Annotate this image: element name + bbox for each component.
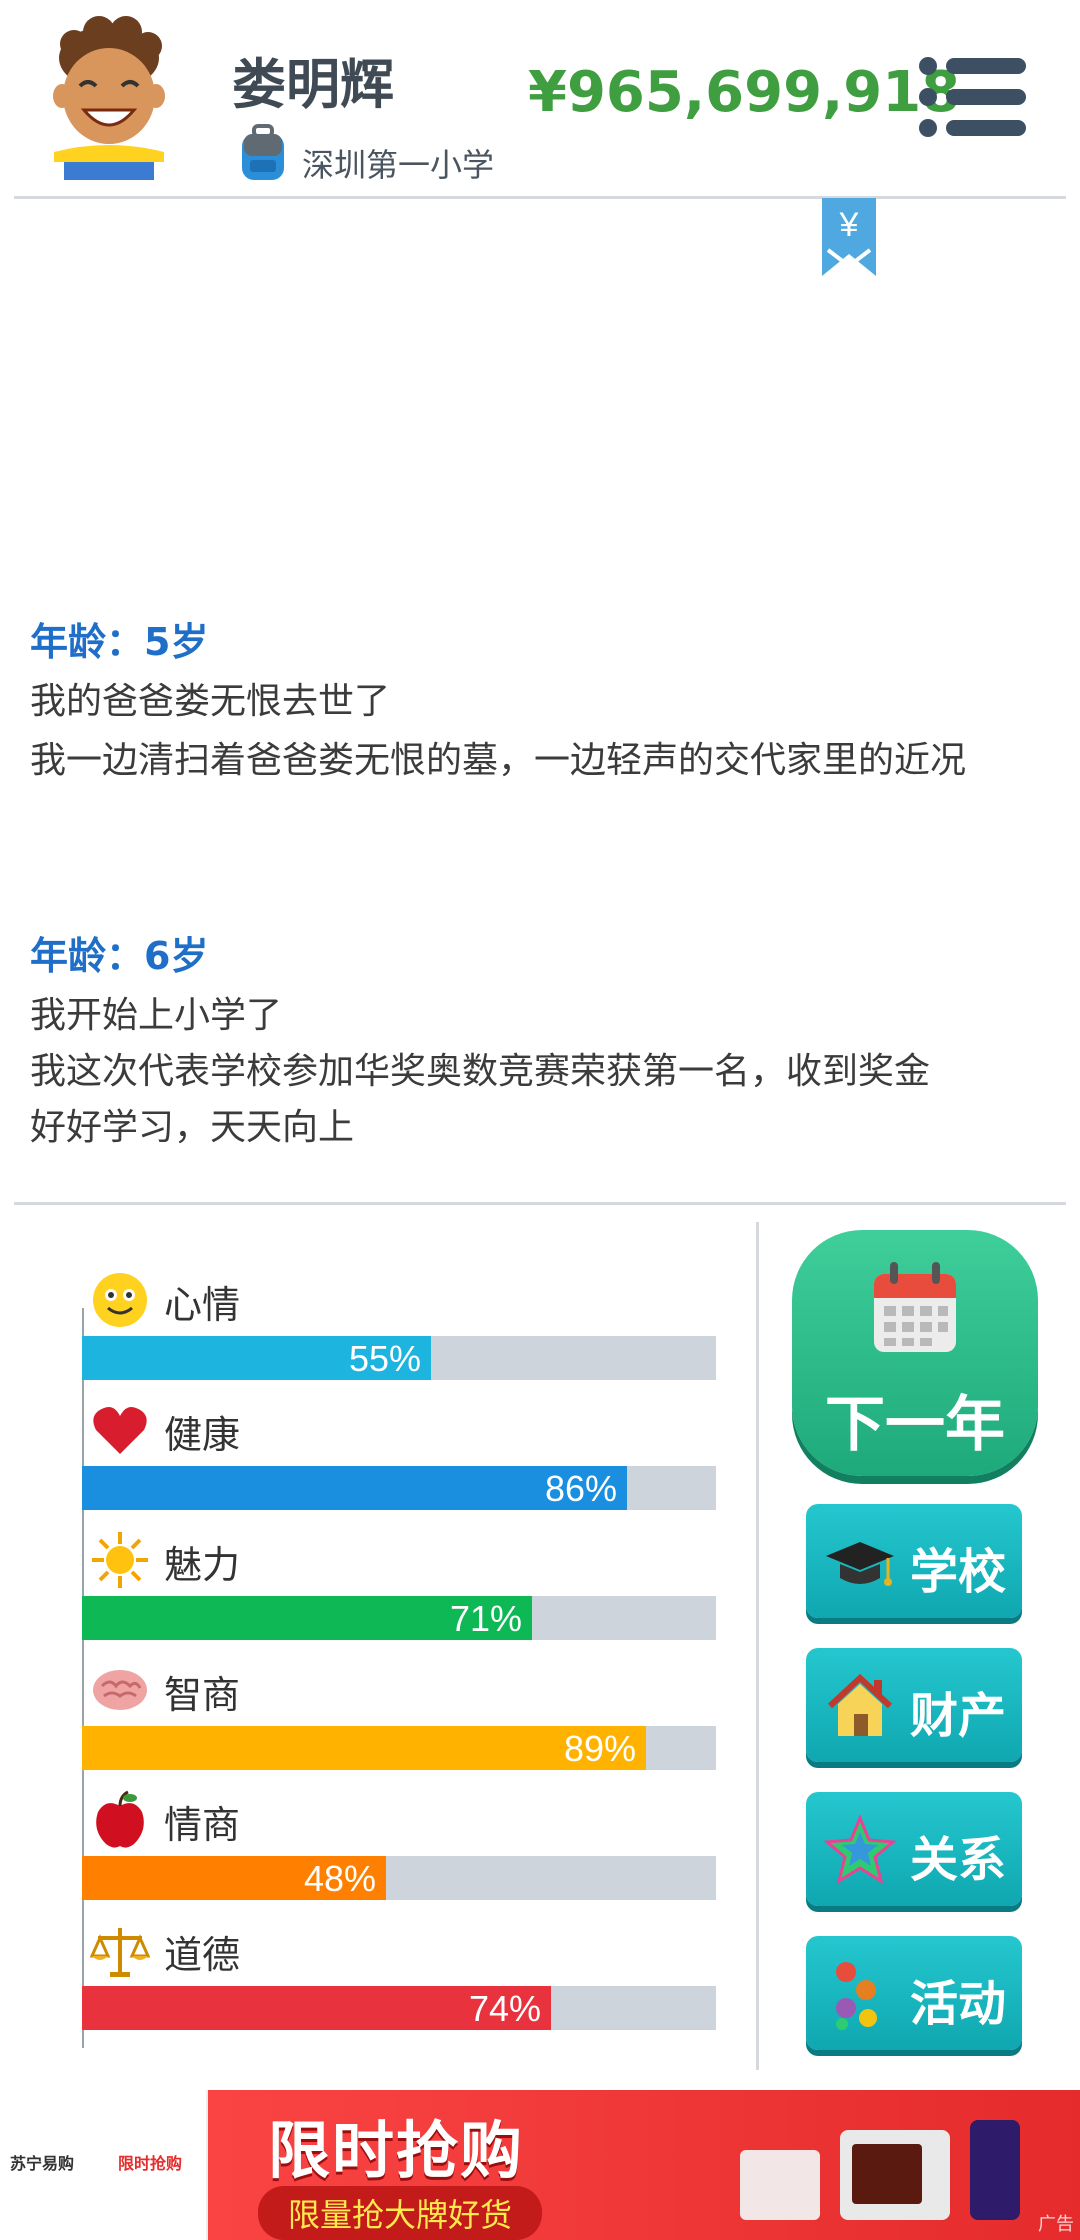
stat-label: 健康 [164,1413,241,1457]
stat-bar-track: 74% [82,1986,716,2030]
activities-button-label: 活动 [910,1976,1007,2032]
star-icon [824,1814,896,1885]
backpack-icon [242,124,284,180]
log-entry: 年龄：6岁 我开始上小学了 我这次代表学校参加华奖奥数竞赛荣获第一名，收到奖金 … [30,928,1050,1152]
log-age: 年龄：5岁 [30,620,209,664]
stat-label: 道德 [164,1933,241,1977]
school-button-label: 学校 [910,1544,1007,1600]
stat-percent: 86% [545,1468,618,1509]
log-line: 我开始上小学了 [30,995,283,1036]
panel-divider [756,1222,759,2070]
yen-icon: ¥ [839,206,859,244]
scales-icon [90,1928,150,1977]
stat-bar-track: 55% [82,1336,716,1380]
next-year-label: 下一年 [825,1390,1005,1460]
house-icon [827,1673,893,1736]
avatar[interactable] [44,14,174,180]
log-line: 我这次代表学校参加华奖奥数竞赛荣获第一名，收到奖金 [30,1051,931,1092]
apple-icon [96,1790,144,1848]
log-entry: 年龄：5岁 我的爸爸娄无恨去世了 我一边清扫着爸爸娄无恨的墓，一边轻声的交代家里… [30,614,1050,782]
stat-label: 智商 [164,1673,241,1717]
ad-brand-panel: 苏宁易购 限时抢购 [0,2090,208,2240]
header: 娄明辉 深圳第一小学 ¥965,699,918 [0,0,1080,198]
graduation-cap-icon [826,1542,894,1586]
calendar-icon [874,1262,956,1352]
ad-products-image [740,2120,1020,2220]
log-line: 我的爸爸娄无恨去世了 [30,681,391,722]
player-name: 娄明辉 [232,53,394,116]
activities-button[interactable]: 活动 [806,1936,1022,2050]
log-line: 我一边清扫着爸爸娄无恨的墓，一边轻声的交代家里的近况 [30,740,967,781]
ad-title: 限时抢购 [268,2114,525,2187]
stat-percent: 48% [304,1858,377,1899]
stat-bar-track: 48% [82,1856,716,1900]
ad-banner[interactable]: 苏宁易购 限时抢购 限时抢购 限量抢大牌好货 广告 [0,2090,1080,2240]
school-name: 深圳第一小学 [302,146,495,184]
heart-icon [93,1407,147,1454]
relations-button[interactable]: 关系 [806,1792,1022,1906]
stat-percent: 71% [450,1598,523,1639]
stat-bar-fill [82,1726,646,1770]
stat-percent: 74% [469,1988,542,2029]
sun-icon [92,1532,148,1588]
stat-bar-track: 71% [82,1596,716,1640]
stat-bar-track: 89% [82,1726,716,1770]
bookmark-ribbon[interactable]: ¥ [822,198,876,276]
stat-label: 心情 [164,1283,241,1327]
property-button-label: 财产 [910,1688,1007,1744]
header-divider [14,196,1066,199]
stat-percent: 55% [349,1338,422,1379]
stat-label: 情商 [164,1803,241,1847]
stat-label: 魅力 [164,1543,241,1587]
stat-percent: 89% [564,1728,637,1769]
ad-brand-name: 苏宁易购 [10,2154,75,2173]
money-balance: ¥965,699,918 [528,60,961,125]
menu-icon[interactable] [918,56,1028,138]
ad-subtitle: 限量抢大牌好货 [258,2186,543,2240]
section-divider [14,1202,1066,1205]
ad-brand-tag: 限时抢购 [118,2154,183,2173]
stats-axis [82,1308,84,2048]
relations-button-label: 关系 [910,1832,1007,1888]
stat-bar-track: 86% [82,1466,716,1510]
brain-icon [93,1670,147,1710]
next-year-button[interactable]: 下一年 [792,1230,1038,1476]
log-age: 年龄：6岁 [30,934,209,978]
property-button[interactable]: 财产 [806,1648,1022,1762]
school-button[interactable]: 学校 [806,1504,1022,1618]
log-line: 好好学习，天天向上 [30,1107,355,1148]
ad-label: 广告 [1038,2214,1074,2235]
activity-dots-icon [836,1962,877,2030]
smiley-icon [93,1273,147,1327]
